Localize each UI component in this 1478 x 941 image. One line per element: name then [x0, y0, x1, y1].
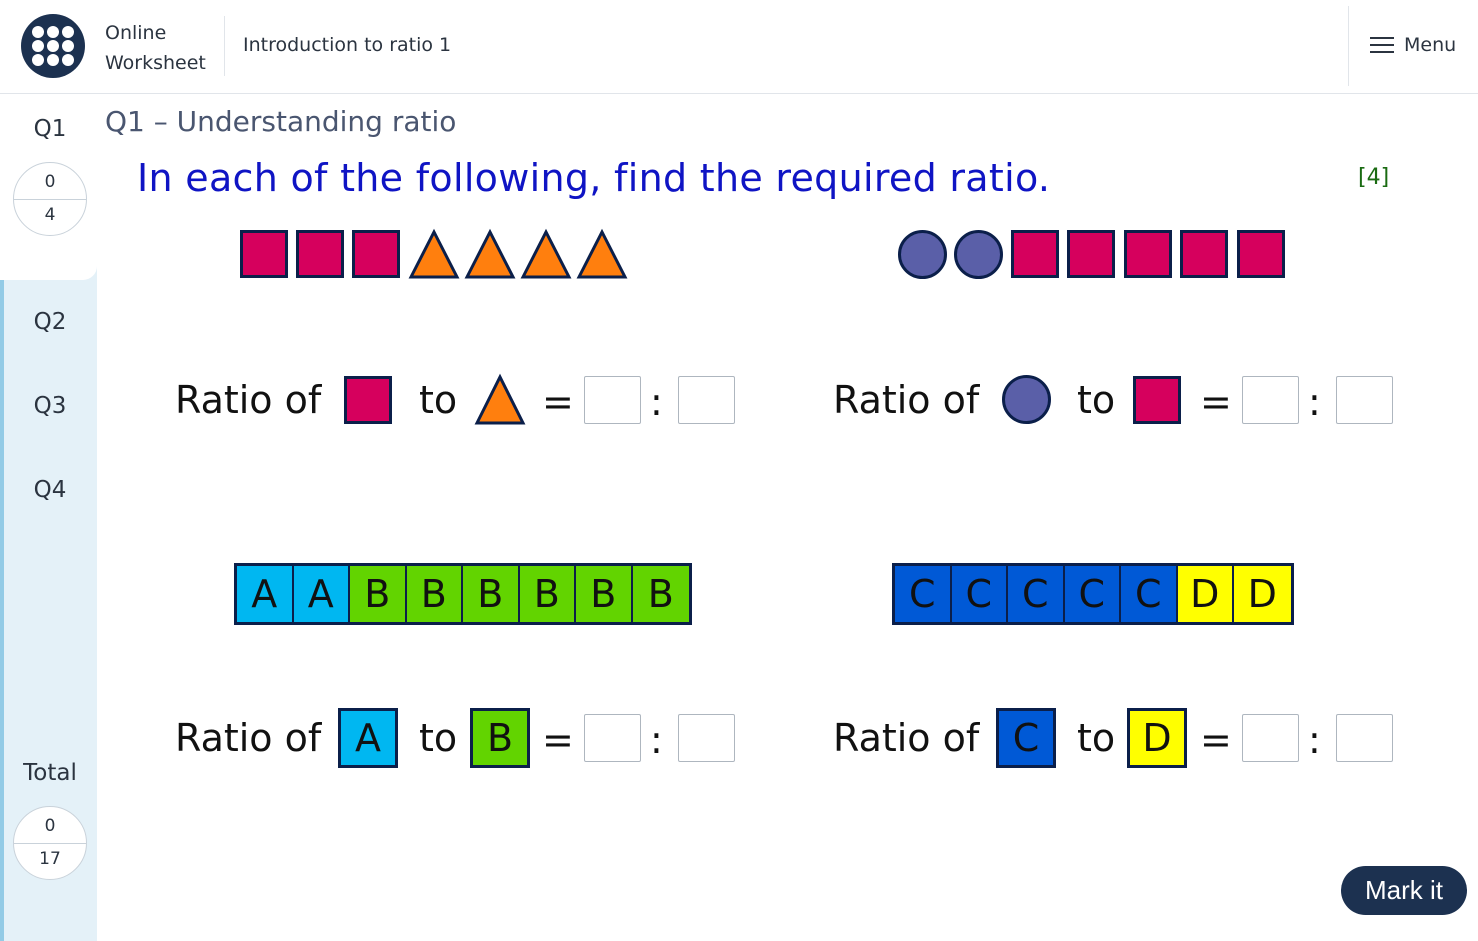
letter-tile: C [1064, 566, 1121, 622]
orange-triangle-icon [464, 228, 516, 279]
letter-tile: B [350, 566, 407, 622]
ratio-colon: : [650, 380, 663, 424]
letter-tile: A [293, 566, 350, 622]
letter-tile: C [1008, 566, 1065, 622]
ratio-to: to [1077, 716, 1116, 760]
answer-input-a2[interactable] [678, 376, 735, 424]
header-divider [1348, 6, 1349, 86]
ratio-colon: : [1308, 718, 1321, 762]
tab-q4-label: Q4 [33, 477, 67, 503]
triangle-group [408, 228, 628, 279]
ratio-prefix: Ratio of [175, 716, 322, 760]
purple-circle-icon [954, 230, 1003, 279]
tab-q2-label: Q2 [33, 309, 67, 335]
q1-score-max: 4 [44, 205, 56, 225]
answer-input-d1[interactable] [1242, 714, 1299, 762]
worksheet-title: Introduction to ratio 1 [243, 34, 452, 56]
ratio-to: to [419, 378, 458, 422]
tab-q1[interactable]: Q1 0 4 [0, 95, 97, 280]
orange-triangle-icon [520, 228, 572, 279]
letter-tile: B [576, 566, 633, 622]
magenta-square-icon [1133, 376, 1181, 424]
magenta-square-icon [1180, 230, 1228, 278]
hamburger-icon [1370, 36, 1394, 54]
purple-circle-icon [1002, 375, 1051, 424]
answer-input-d2[interactable] [1336, 714, 1393, 762]
total-panel: Total 0 17 [4, 738, 97, 941]
letter-tile: D [1177, 566, 1234, 622]
magenta-square-icon [352, 230, 400, 278]
letter-b-box: B [470, 708, 530, 768]
magenta-square-icon [1067, 230, 1115, 278]
q1-score: 0 4 [13, 162, 87, 236]
orange-triangle-icon [474, 373, 526, 425]
answer-input-b1[interactable] [1242, 376, 1299, 424]
ratio-equals: = [542, 718, 574, 762]
letter-tile: D [1234, 566, 1291, 622]
tab-q2[interactable]: Q2 [0, 284, 97, 366]
letter-d-box: D [1127, 708, 1187, 768]
letter-strip-c: A A B B B B B B [234, 563, 692, 625]
ratio-prefix: Ratio of [175, 378, 322, 422]
letter-tile: B [406, 566, 463, 622]
ratio-to: to [419, 716, 458, 760]
tab-q4[interactable]: Q4 [0, 452, 97, 534]
ratio-prefix: Ratio of [833, 716, 980, 760]
question-marks: [4] [1358, 165, 1390, 190]
letter-tile: B [463, 566, 520, 622]
total-score-max: 17 [39, 849, 61, 869]
magenta-square-icon [1011, 230, 1059, 278]
total-label: Total [23, 760, 77, 786]
magenta-square-icon [296, 230, 344, 278]
q1-score-value: 0 [44, 172, 56, 192]
letter-tile: C [951, 566, 1008, 622]
letter-a-box: A [338, 708, 398, 768]
orange-triangle-icon [408, 228, 460, 279]
ratio-colon: : [650, 718, 663, 762]
ratio-to: to [1077, 378, 1116, 422]
ratio-equals: = [1200, 718, 1232, 762]
answer-input-b2[interactable] [1336, 376, 1393, 424]
magenta-square-icon [1237, 230, 1285, 278]
letter-tile: C [895, 566, 952, 622]
question-instruction: In each of the following, find the requi… [137, 156, 1051, 200]
top-bar: Online Worksheet Introduction to ratio 1… [0, 0, 1478, 94]
magenta-square-icon [1124, 230, 1172, 278]
tab-q1-label: Q1 [33, 116, 67, 142]
ratio-prefix: Ratio of [833, 378, 980, 422]
brand-name: Online Worksheet [105, 22, 206, 74]
tab-q3[interactable]: Q3 [0, 368, 97, 450]
letter-c-box: C [996, 708, 1056, 768]
letter-strip-d: C C C C C D D [892, 563, 1294, 625]
ratio-equals: = [1200, 380, 1232, 424]
letter-tile: C [1121, 566, 1178, 622]
dots-grid-logo-icon[interactable] [21, 14, 85, 78]
orange-triangle-icon [576, 228, 628, 279]
tab-q3-label: Q3 [33, 393, 67, 419]
magenta-square-icon [240, 230, 288, 278]
letter-tile: A [237, 566, 294, 622]
question-heading: Q1 – Understanding ratio [105, 105, 457, 138]
letter-tile: B [632, 566, 689, 622]
mark-it-button[interactable]: Mark it [1341, 866, 1467, 915]
letter-tile: B [519, 566, 576, 622]
ratio-colon: : [1308, 380, 1321, 424]
ratio-equals: = [542, 380, 574, 424]
purple-circle-icon [898, 230, 947, 279]
magenta-square-icon [344, 376, 392, 424]
menu-label: Menu [1404, 34, 1457, 56]
header-divider [224, 16, 225, 76]
answer-input-a1[interactable] [584, 376, 641, 424]
menu-button[interactable]: Menu [1370, 34, 1456, 56]
answer-input-c2[interactable] [678, 714, 735, 762]
total-score-value: 0 [44, 816, 56, 836]
answer-input-c1[interactable] [584, 714, 641, 762]
total-score: 0 17 [13, 806, 87, 880]
